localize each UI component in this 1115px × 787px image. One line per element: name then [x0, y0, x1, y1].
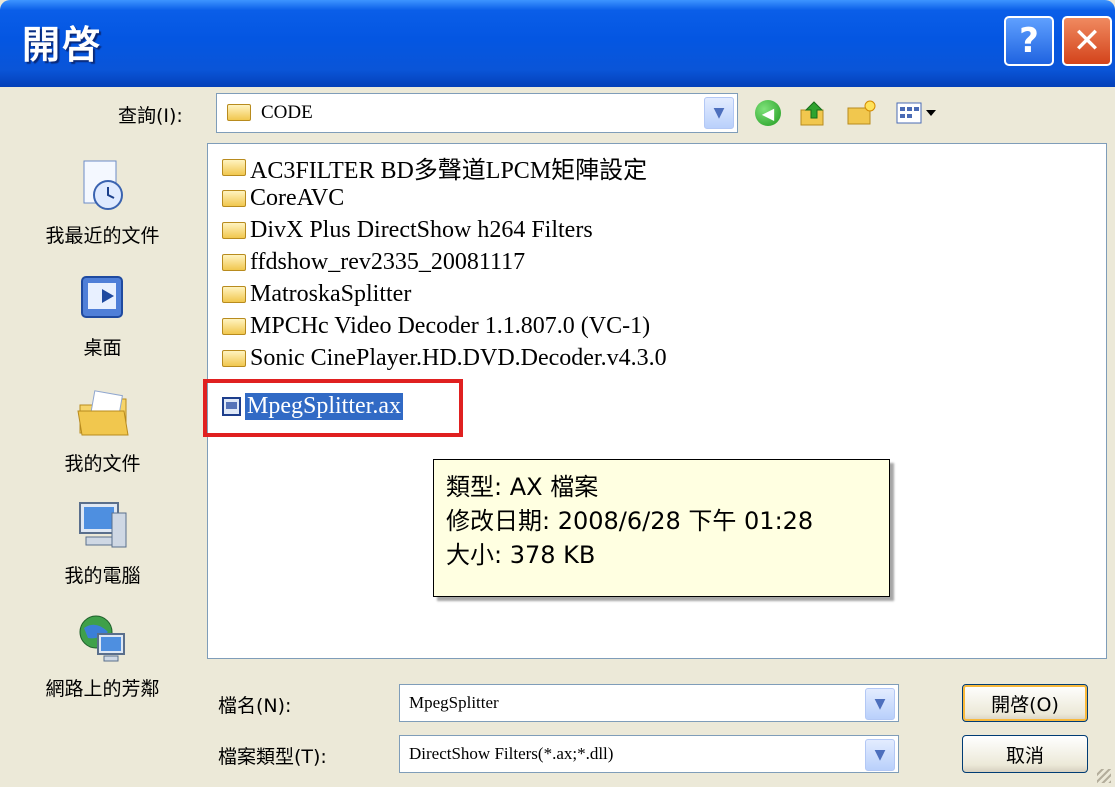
chevron-down-icon[interactable]: ▼ — [865, 688, 895, 720]
file-name: MatroskaSplitter — [250, 280, 412, 307]
file-name: ffdshow_rev2335_20081117 — [250, 248, 526, 275]
highlight-box — [203, 379, 463, 437]
place-recent[interactable]: 我最近的文件 — [0, 157, 205, 248]
chevron-down-icon[interactable]: ▼ — [865, 739, 895, 771]
folder-icon — [222, 253, 246, 271]
place-label: 我的電腦 — [64, 565, 141, 587]
chevron-down-icon[interactable]: ▼ — [704, 97, 734, 129]
file-info-tooltip: 類型: AX 檔案 修改日期: 2008/6/28 下午 01:28 大小: 3… — [433, 459, 890, 597]
list-item[interactable]: ffdshow_rev2335_20081117 — [222, 247, 525, 277]
place-network[interactable]: 網路上的芳鄰 — [0, 610, 205, 701]
network-places-icon — [74, 610, 132, 668]
recent-documents-icon — [74, 157, 132, 215]
lookin-label: 查詢(I): — [118, 105, 183, 127]
filetype-select[interactable]: DirectShow Filters(*.ax;*.dll) ▼ — [399, 735, 899, 773]
file-name: MPCHc Video Decoder 1.1.807.0 (VC-1) — [250, 312, 651, 339]
cancel-button[interactable]: 取消 — [962, 735, 1088, 773]
my-documents-icon — [74, 385, 132, 443]
place-label: 網路上的芳鄰 — [45, 678, 160, 700]
list-item[interactable]: MatroskaSplitter — [222, 279, 411, 309]
file-name: Sonic CinePlayer.HD.DVD.Decoder.v4.3.0 — [250, 344, 667, 371]
list-item[interactable]: DivX Plus DirectShow h264 Filters — [222, 215, 593, 245]
list-item[interactable]: MPCHc Video Decoder 1.1.807.0 (VC-1) — [222, 311, 650, 341]
tooltip-modified: 修改日期: 2008/6/28 下午 01:28 — [446, 507, 814, 535]
place-mydocuments[interactable]: 我的文件 — [0, 385, 205, 476]
file-name: AC3FILTER BD多聲道LPCM矩陣設定 — [250, 157, 648, 184]
views-menu-icon[interactable] — [893, 97, 948, 129]
folder-icon — [222, 317, 246, 335]
up-folder-icon[interactable] — [797, 97, 829, 129]
place-label: 桌面 — [83, 337, 122, 359]
new-folder-icon[interactable] — [845, 97, 877, 129]
tooltip-type: 類型: AX 檔案 — [446, 473, 599, 501]
title-bar[interactable]: 開啓 ? ✕ — [0, 0, 1115, 87]
place-desktop[interactable]: 桌面 — [0, 269, 205, 360]
lookin-value: CODE — [261, 102, 313, 123]
resize-grip[interactable] — [1097, 769, 1111, 783]
file-name: CoreAVC — [250, 184, 345, 211]
filename-value: MpegSplitter — [409, 693, 499, 712]
folder-icon — [222, 221, 246, 239]
filetype-label: 檔案類型(T): — [218, 746, 327, 768]
desktop-icon — [74, 269, 132, 327]
filetype-value: DirectShow Filters(*.ax;*.dll) — [409, 744, 614, 763]
window-title: 開啓 — [22, 23, 103, 67]
open-button[interactable]: 開啓(O) — [962, 684, 1088, 722]
close-button[interactable]: ✕ — [1062, 16, 1112, 66]
folder-icon — [222, 285, 246, 303]
tooltip-size: 大小: 378 KB — [446, 541, 596, 569]
places-bar: 我最近的文件 桌面 我的文件 我的電腦 網路上的芳鄰 — [0, 145, 205, 705]
folder-icon — [222, 158, 246, 176]
list-item[interactable]: AC3FILTER BD多聲道LPCM矩陣設定 — [222, 152, 648, 184]
folder-icon — [222, 189, 246, 207]
place-mycomputer[interactable]: 我的電腦 — [0, 497, 205, 588]
list-item[interactable]: Sonic CinePlayer.HD.DVD.Decoder.v4.3.0 — [222, 343, 667, 373]
folder-icon — [222, 349, 246, 367]
my-computer-icon — [74, 497, 132, 555]
filename-label: 檔名(N): — [218, 695, 292, 717]
folder-icon — [227, 104, 251, 121]
lookin-combo[interactable]: CODE ▼ — [216, 93, 738, 133]
filename-field[interactable]: MpegSplitter ▼ — [399, 684, 899, 722]
place-label: 我的文件 — [64, 453, 141, 475]
back-icon[interactable]: ◀ — [752, 97, 784, 129]
place-label: 我最近的文件 — [45, 225, 160, 247]
file-name: DivX Plus DirectShow h264 Filters — [250, 216, 593, 243]
list-item[interactable]: CoreAVC — [222, 183, 344, 213]
help-button[interactable]: ? — [1004, 16, 1054, 66]
